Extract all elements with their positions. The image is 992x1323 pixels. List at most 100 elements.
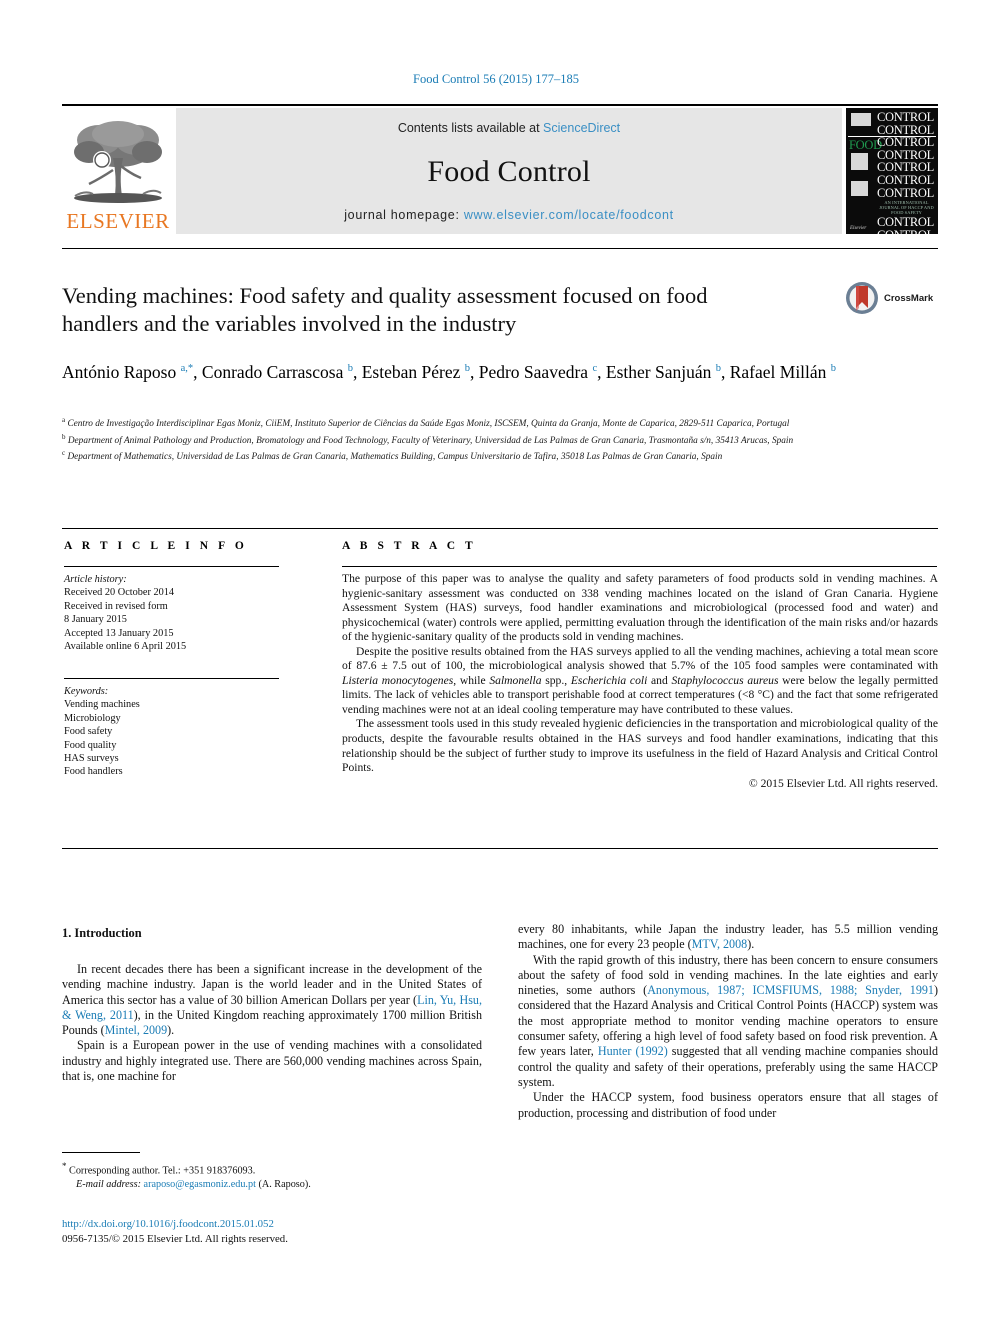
abstract-italic-listeria: Listeria monocytogenes <box>342 673 454 687</box>
article-history-item: Received 20 October 2014 <box>64 587 175 599</box>
info-divider-top <box>62 528 938 529</box>
cover-control-word: CONTROL <box>877 110 934 124</box>
cover-control-word: CONTROL <box>877 215 934 230</box>
keyword-item: Food safety <box>64 726 113 738</box>
abstract-copyright: © 2015 Elsevier Ltd. All rights reserved… <box>748 776 938 790</box>
doi-link[interactable]: http://dx.doi.org/10.1016/j.foodcont.201… <box>62 1218 274 1230</box>
intro-paragraph-2: Spain is a European power in the use of … <box>62 1038 482 1084</box>
cover-subtitle: AN INTERNATIONAL JOURNAL OF HACCP AND FO… <box>879 200 934 215</box>
email-owner: (A. Raposo). <box>258 1179 311 1191</box>
email-label: E-mail address: <box>76 1179 141 1191</box>
section-title-introduction: 1. Introduction <box>62 926 142 940</box>
abstract-heading-rule <box>342 566 937 567</box>
page-title: Vending machines: Food safety and qualit… <box>62 283 708 336</box>
abstract-italic-salmonella: Salmonella <box>489 673 542 687</box>
citation-link[interactable]: Mintel, 2009 <box>105 1023 167 1037</box>
email-line: E-mail address: araposo@egasmoniz.edu.pt… <box>62 1178 482 1192</box>
body-column-right: every 80 inhabitants, while Japan the in… <box>518 922 938 1121</box>
affiliation-text-a: Centro de Investigação Interdisciplinar … <box>67 419 790 430</box>
intro-p1-c: ). <box>167 1023 175 1038</box>
abstract-p2-a: Despite the positive results obtained fr… <box>342 644 938 673</box>
abstract-heading: A B S T R A C T <box>342 540 477 552</box>
email-link[interactable]: araposo@egasmoniz.edu.pt <box>144 1179 256 1190</box>
article-history-item: Accepted 13 January 2015 <box>64 627 174 639</box>
info-heading-rule <box>64 566 279 567</box>
keywords-label: Keywords: <box>64 686 109 697</box>
contents-available-line: Contents lists available at ScienceDirec… <box>398 121 620 135</box>
affiliation-text-c: Department of Mathematics, Universidad d… <box>67 452 723 463</box>
issn-copyright-line: 0956-7135/© 2015 Elsevier Ltd. All right… <box>62 1233 288 1245</box>
citation-link[interactable]: MTV, 2008 <box>692 937 748 951</box>
citation-link[interactable]: Hunter (1992) <box>598 1044 668 1058</box>
cover-control-word: CONTROL <box>877 185 934 200</box>
keywords-rule <box>64 678 279 679</box>
affiliation-list: a Centro de Investigação Interdisciplina… <box>62 414 872 464</box>
elsevier-wordmark: ELSEVIER <box>66 209 170 233</box>
info-divider-bottom <box>62 848 938 849</box>
article-info-heading: A R T I C L E I N F O <box>64 540 248 552</box>
homepage-prefix: journal homepage: <box>344 208 464 222</box>
elsevier-logo: ELSEVIER <box>62 108 174 234</box>
journal-cover-thumbnail: FOOD CONTROL CONTROL CONTROL CONTROL CON… <box>846 108 938 234</box>
intro-paragraph-4: Under the HACCP system, food business op… <box>518 1090 938 1120</box>
cover-left-strip <box>849 111 876 231</box>
crossmark-icon <box>846 282 878 314</box>
affiliation-b: b Department of Animal Pathology and Pro… <box>62 431 872 448</box>
affiliation-c: c Department of Mathematics, Universidad… <box>62 447 872 464</box>
journal-header: ELSEVIER Contents lists available at Sci… <box>62 104 938 234</box>
journal-homepage-link[interactable]: www.elsevier.com/locate/foodcont <box>464 208 674 222</box>
journal-homepage-line: journal homepage: www.elsevier.com/locat… <box>344 208 674 222</box>
article-history-item: 8 January 2015 <box>64 614 127 626</box>
abstract-paragraph-3: The assessment tools used in this study … <box>342 717 938 775</box>
header-center-band: Contents lists available at ScienceDirec… <box>176 108 842 234</box>
author-list: António Raposo a,*, Conrado Carrascosa b… <box>62 361 837 382</box>
abstract-body: The purpose of this paper was to analyse… <box>342 572 938 791</box>
abstract-paragraph-2: Despite the positive results obtained fr… <box>342 645 938 718</box>
sciencedirect-link[interactable]: ScienceDirect <box>543 121 620 135</box>
journal-title: Food Control <box>427 154 591 188</box>
running-head: Food Control 56 (2015) 177–185 <box>413 72 579 86</box>
intro-r1-b: ). <box>747 937 755 952</box>
abstract-p2-c: spp., <box>541 673 571 687</box>
affiliation-a: a Centro de Investigação Interdisciplina… <box>62 414 872 431</box>
cover-chip-image-1 <box>851 153 868 170</box>
cover-control-word: CONTROL <box>877 135 934 150</box>
corresponding-author-text: Corresponding author. Tel.: +351 9183760… <box>69 1165 256 1177</box>
cover-chip-logo <box>851 113 871 126</box>
keyword-item: Vending machines <box>64 699 140 711</box>
title-divider <box>62 248 938 249</box>
abstract-italic-ecoli: Escherichia coli <box>570 673 648 687</box>
crossmark-label: CrossMark <box>884 292 934 304</box>
abstract-p2-d: and <box>647 673 672 687</box>
cover-control-word: CONTROL <box>877 172 934 187</box>
abstract-p2-b: , while <box>453 673 490 687</box>
affiliation-mark-c: c <box>62 449 66 458</box>
cover-chip-image-2 <box>851 181 868 196</box>
keyword-item: Food quality <box>64 739 117 751</box>
affiliation-mark-a: a <box>62 416 66 424</box>
affiliation-text-b: Department of Animal Pathology and Produ… <box>67 435 794 446</box>
abstract-paragraph-1: The purpose of this paper was to analyse… <box>342 572 938 644</box>
keyword-item: Microbiology <box>64 712 121 724</box>
footnote-divider <box>62 1152 140 1153</box>
intro-paragraph-1: In recent decades there has been a signi… <box>62 962 482 1038</box>
citation-link[interactable]: Anonymous, 1987; ICMSFIUMS, 1988; Snyder… <box>647 983 934 997</box>
keyword-item: Food handlers <box>64 766 123 778</box>
article-history-label: Article history: <box>64 574 127 585</box>
cover-control-word: CONTROL <box>877 229 936 234</box>
body-column-left: In recent decades there has been a signi… <box>62 962 482 1084</box>
article-history: Article history: Received 20 October 201… <box>64 573 294 653</box>
elsevier-tree-icon <box>74 121 162 203</box>
keywords-list: Keywords: Vending machines Microbiology … <box>64 685 294 779</box>
cover-imprint: Elsevier <box>850 226 867 231</box>
intro-paragraph-3: With the rapid growth of this industry, … <box>518 953 938 1091</box>
contents-prefix: Contents lists available at <box>397 121 544 135</box>
article-history-item: Available online 6 April 2015 <box>64 641 187 653</box>
article-page: Food Control 56 (2015) 177–185 ELSEVIER … <box>0 0 992 1323</box>
intro-paragraph-1-cont: every 80 inhabitants, while Japan the in… <box>518 922 938 953</box>
corresponding-author-marker: * <box>62 1161 67 1171</box>
crossmark-badge[interactable]: CrossMark <box>845 278 941 318</box>
affiliation-mark-b: b <box>62 432 66 441</box>
corresponding-author-footnote: * Corresponding author. Tel.: +351 91837… <box>62 1159 482 1192</box>
abstract-italic-staph: Staphylococcus aureus <box>671 673 779 687</box>
